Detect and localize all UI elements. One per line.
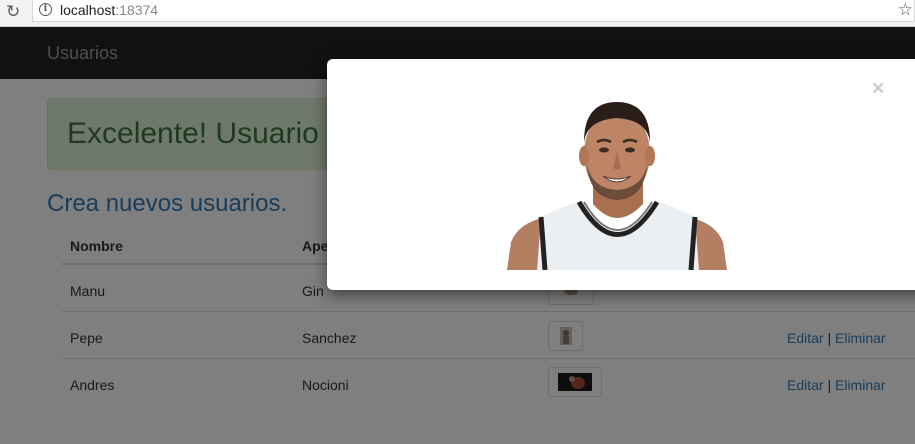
reload-icon[interactable]: ↻ xyxy=(6,2,20,22)
photo-modal: × xyxy=(327,59,915,290)
close-icon[interactable]: × xyxy=(872,78,884,99)
url-text: localhost:18374 xyxy=(60,2,159,18)
browser-toolbar: ↻ i localhost:18374 ☆ xyxy=(0,0,915,27)
address-bar[interactable]: i localhost:18374 xyxy=(32,0,915,22)
user-photo xyxy=(507,102,727,270)
star-icon[interactable]: ☆ xyxy=(898,0,913,20)
info-icon[interactable]: i xyxy=(39,3,52,16)
